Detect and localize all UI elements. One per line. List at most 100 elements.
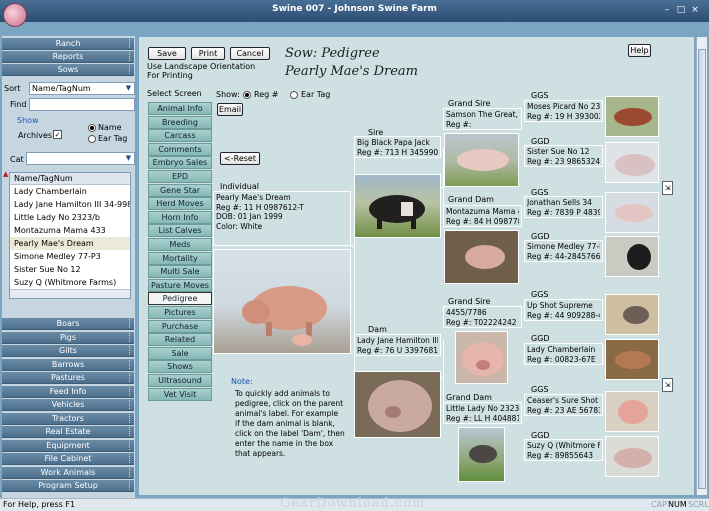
screen-ultrasound[interactable]: Ultrasound bbox=[148, 374, 212, 387]
extend-pedigree-icon[interactable]: ⇲ bbox=[662, 378, 673, 392]
screen-comments[interactable]: Comments bbox=[148, 142, 212, 156]
screen-multi-sale[interactable]: Multi Sale bbox=[148, 265, 212, 279]
ggs-4-label[interactable]: GGS bbox=[531, 385, 548, 394]
screen-purchase[interactable]: Purchase bbox=[148, 319, 212, 333]
save-button[interactable]: Save bbox=[148, 47, 186, 60]
ggs-1-card[interactable]: Moses Picard No 2323, Reg #: 19 H 393002… bbox=[524, 100, 603, 122]
grand-sire-2-photo[interactable] bbox=[455, 331, 508, 384]
nav-vehicles[interactable]: Vehicles bbox=[2, 399, 134, 411]
screen-pasture-moves[interactable]: Pasture Moves bbox=[148, 278, 212, 292]
dam-card[interactable]: Lady Jane Hamilton III 34 Reg #: 76 U 33… bbox=[354, 334, 441, 356]
ggs-4-card[interactable]: Ceaser's Sure Shot Reg #: 23 AE 56783 bbox=[524, 394, 603, 416]
ggs-3-photo[interactable] bbox=[605, 294, 659, 335]
grand-dam-2-photo[interactable] bbox=[458, 427, 505, 482]
nav-sows[interactable]: Sows bbox=[2, 64, 134, 76]
screen-mortality[interactable]: Mortality bbox=[148, 251, 212, 265]
list-hscrollbar[interactable] bbox=[10, 289, 130, 298]
cat-select[interactable]: ▼ bbox=[26, 152, 135, 165]
screen-meds[interactable]: Meds bbox=[148, 238, 212, 251]
animal-list[interactable]: Name/TagNum Lady Chamberlain Lady Jane Ha… bbox=[9, 172, 131, 299]
nav-pastures[interactable]: Pastures bbox=[2, 372, 134, 384]
ggd-1-photo[interactable] bbox=[605, 142, 659, 183]
nav-file-cabinet[interactable]: File Cabinet bbox=[2, 453, 134, 465]
nav-program-setup[interactable]: Program Setup bbox=[2, 480, 134, 492]
main-vscrollbar[interactable] bbox=[696, 37, 707, 495]
individual-label[interactable]: Individual bbox=[220, 182, 259, 191]
nav-equipment[interactable]: Equipment bbox=[2, 439, 134, 452]
sort-eartag-radio[interactable] bbox=[88, 135, 96, 143]
find-input[interactable] bbox=[29, 98, 135, 111]
ggd-4-photo[interactable] bbox=[605, 436, 659, 477]
grand-dam-2-card[interactable]: Little Lady No 2323/b Reg #: LL H 404881… bbox=[443, 402, 522, 424]
grand-sire-1-card[interactable]: Samson The Great, No Reg #: bbox=[443, 108, 522, 130]
ggs-1-label[interactable]: GGS bbox=[531, 91, 548, 100]
ggs-2-card[interactable]: Jonathan Sells 34 Reg #: 7839 P 48394 bbox=[524, 196, 603, 218]
extend-pedigree-icon[interactable]: ⇲ bbox=[662, 181, 673, 195]
grand-dam-2-label[interactable]: Grand Dam bbox=[446, 393, 492, 402]
nav-gilts[interactable]: Gilts bbox=[2, 345, 134, 357]
nav-barrows[interactable]: Barrows bbox=[2, 358, 134, 371]
screen-embryo-sales[interactable]: Embryo Sales bbox=[148, 156, 212, 170]
ggs-3-card[interactable]: Up Shot Supreme Reg #: 44 909288-4 bbox=[524, 299, 603, 321]
sort-name-radio[interactable] bbox=[88, 124, 96, 132]
screen-shows[interactable]: Shows bbox=[148, 360, 212, 374]
list-item[interactable]: Pearly Mae's Dream bbox=[10, 237, 130, 250]
dam-photo[interactable] bbox=[354, 371, 441, 438]
ggd-4-card[interactable]: Suzy Q (Whitmore Far Reg #: 89855643 bbox=[524, 439, 603, 461]
ggs-1-photo[interactable] bbox=[605, 96, 659, 137]
nav-real-estate[interactable]: Real Estate bbox=[2, 426, 134, 438]
nav-pigs[interactable]: Pigs bbox=[2, 331, 134, 344]
grand-sire-1-label[interactable]: Grand Sire bbox=[448, 99, 490, 108]
list-item[interactable]: Lady Jane Hamilton III 34-998 bbox=[10, 198, 130, 211]
show-link[interactable]: Show bbox=[17, 116, 39, 125]
screen-pedigree[interactable]: Pedigree bbox=[148, 292, 212, 306]
nav-reports[interactable]: Reports bbox=[2, 51, 134, 63]
close-button[interactable]: × bbox=[689, 5, 701, 16]
nav-tractors[interactable]: Tractors bbox=[2, 412, 134, 425]
screen-herd-moves[interactable]: Herd Moves bbox=[148, 197, 212, 211]
cancel-button[interactable]: Cancel bbox=[230, 47, 270, 60]
archives-checkbox[interactable]: ✓ bbox=[53, 130, 62, 139]
help-button[interactable]: Help bbox=[628, 44, 651, 57]
grand-dam-1-card[interactable]: Montazuma Mama 433 Reg #: 84 H 0987782- bbox=[443, 205, 522, 227]
ggd-3-photo[interactable] bbox=[605, 339, 659, 380]
grand-sire-1-photo[interactable] bbox=[444, 133, 519, 187]
list-item[interactable]: Little Lady No 2323/b bbox=[10, 211, 130, 224]
ggd-1-card[interactable]: Sister Sue No 12 Reg #: 23 98653245 bbox=[524, 145, 603, 167]
nav-boars[interactable]: Boars bbox=[2, 318, 134, 330]
maximize-button[interactable]: □ bbox=[675, 5, 687, 16]
reset-button[interactable]: <-Reset bbox=[220, 152, 260, 165]
dam-label[interactable]: Dam bbox=[368, 325, 387, 334]
ggd-2-photo[interactable] bbox=[605, 236, 659, 277]
ggd-2-card[interactable]: Simone Medley 77-P3 Reg #: 44-28457667 bbox=[524, 240, 603, 262]
list-header[interactable]: Name/TagNum bbox=[10, 173, 130, 185]
grand-dam-1-label[interactable]: Grand Dam bbox=[448, 195, 494, 204]
screen-carcass[interactable]: Carcass bbox=[148, 129, 212, 143]
list-item[interactable]: Simone Medley 77-P3 bbox=[10, 250, 130, 263]
show-reg-radio[interactable] bbox=[243, 91, 251, 99]
screen-vet-visit[interactable]: Vet Visit bbox=[148, 387, 212, 401]
list-item[interactable]: Montazuma Mama 433 bbox=[10, 224, 130, 237]
nav-work-animals[interactable]: Work Animals bbox=[2, 466, 134, 479]
screen-list-calves[interactable]: List Calves bbox=[148, 224, 212, 238]
grand-dam-1-photo[interactable] bbox=[444, 230, 519, 284]
ggs-3-label[interactable]: GGS bbox=[531, 290, 548, 299]
ggs-2-photo[interactable] bbox=[605, 192, 659, 233]
sire-card[interactable]: Big Black Papa Jack Reg #: 713 H 3459902… bbox=[354, 136, 441, 158]
screen-horn-info[interactable]: Horn Info bbox=[148, 210, 212, 224]
list-item[interactable]: Suzy Q (Whitmore Farms) bbox=[10, 276, 130, 289]
screen-breeding[interactable]: Breeding bbox=[148, 115, 212, 129]
grand-sire-2-card[interactable]: 4455/7786 Reg #: T02224242 bbox=[443, 306, 522, 328]
screen-gene-star[interactable]: Gene Star bbox=[148, 183, 212, 197]
minimize-button[interactable]: – bbox=[661, 5, 673, 16]
nav-ranch[interactable]: Ranch bbox=[2, 38, 134, 50]
ggd-3-card[interactable]: Lady Chamberlain Reg #: 00823-67E bbox=[524, 343, 603, 365]
screen-animal-info[interactable]: Animal Info bbox=[148, 102, 212, 115]
grand-sire-2-label[interactable]: Grand Sire bbox=[448, 297, 490, 306]
individual-card[interactable]: Pearly Mae's Dream Reg #: 11 H 0987612-T… bbox=[213, 191, 351, 246]
screen-sale[interactable]: Sale bbox=[148, 346, 212, 360]
ggd-3-label[interactable]: GGD bbox=[531, 334, 550, 343]
email-button[interactable]: Email bbox=[217, 103, 243, 116]
sire-photo[interactable] bbox=[354, 174, 441, 238]
ggs-4-photo[interactable] bbox=[605, 391, 659, 432]
